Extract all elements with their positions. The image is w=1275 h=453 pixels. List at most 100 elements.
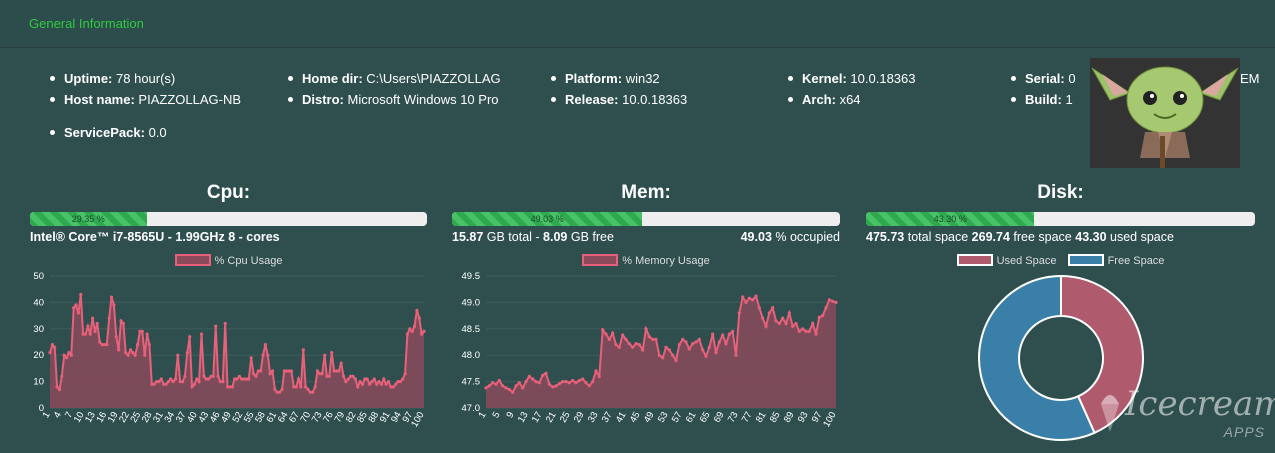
data-point	[327, 374, 331, 378]
info-col-1: Uptime: 78 hour(s) Host name: PIAZZOLLAG…	[50, 68, 241, 143]
data-point	[417, 316, 421, 320]
data-point	[741, 295, 745, 299]
info-col-4: Kernel: 10.0.18363 Arch: x64	[788, 68, 916, 110]
data-point	[701, 348, 705, 352]
data-point	[98, 340, 102, 344]
data-point	[524, 380, 528, 384]
info-homedir: Home dir: C:\Users\PIAZZOLLAG	[288, 68, 501, 89]
data-point	[484, 386, 488, 390]
data-point	[664, 345, 668, 349]
data-point	[166, 380, 170, 384]
data-point	[817, 315, 821, 319]
data-point	[671, 353, 675, 357]
data-point	[594, 369, 598, 373]
data-point	[607, 337, 611, 341]
data-point	[534, 380, 538, 384]
mem-legend[interactable]: % Memory Usage	[452, 254, 840, 267]
data-point	[547, 382, 551, 386]
data-point	[261, 353, 265, 357]
yoda-icon	[1090, 58, 1240, 168]
data-point	[360, 382, 365, 386]
data-point	[637, 343, 641, 347]
data-point	[691, 342, 695, 346]
data-point	[365, 377, 369, 381]
data-point	[394, 382, 398, 386]
data-point	[268, 372, 272, 376]
data-point	[787, 311, 791, 315]
disk-summary: 475.73 total space 269.74 free space 43.…	[866, 230, 1174, 244]
disk-progress-label: 43.30 %	[933, 214, 967, 224]
disk-progress-fill: 43.30 %	[866, 212, 1035, 226]
disk-legend-used[interactable]: Used Space	[956, 254, 1057, 267]
data-point	[313, 385, 317, 389]
data-point	[86, 324, 90, 328]
data-point	[611, 331, 615, 335]
x-tick-label: 13	[516, 410, 531, 425]
data-point	[57, 387, 62, 392]
data-point	[278, 390, 282, 394]
data-point	[358, 380, 362, 384]
free-swatch	[1067, 254, 1104, 266]
data-point	[69, 353, 73, 357]
data-point	[834, 300, 838, 304]
x-tick-label: 89	[782, 410, 797, 425]
data-point	[88, 332, 92, 336]
info-platform: Platform: win32	[551, 68, 687, 89]
cpu-legend[interactable]: % Cpu Usage	[30, 254, 427, 267]
cpu-model: Intel® Core™ i7-8565U - 1.99GHz 8 - core…	[30, 230, 280, 244]
x-tick-label: 57	[670, 410, 685, 425]
data-point	[737, 311, 741, 315]
data-point	[289, 369, 293, 373]
y-tick-label: 20	[33, 350, 44, 361]
data-point	[353, 377, 357, 381]
data-point	[721, 333, 725, 337]
data-point	[574, 381, 578, 385]
x-tick-label: 65	[698, 410, 713, 425]
data-point	[60, 374, 64, 378]
data-point	[584, 381, 588, 385]
mem-progress-bar: 49.03 %	[452, 212, 840, 226]
data-point	[687, 347, 691, 351]
info-trailing-text: EM	[1240, 71, 1260, 86]
data-point	[294, 385, 298, 389]
data-point	[567, 381, 571, 385]
data-point	[494, 382, 498, 386]
data-point	[270, 369, 275, 373]
x-tick-label: 21	[544, 410, 559, 425]
data-point	[183, 374, 187, 378]
x-tick-label: 69	[712, 410, 727, 425]
data-point	[403, 372, 407, 376]
data-point	[214, 324, 218, 328]
data-point	[704, 354, 708, 358]
disk-legend[interactable]: Used Space Free Space	[866, 254, 1255, 267]
data-point	[651, 337, 655, 341]
data-point	[114, 335, 118, 339]
data-point	[591, 380, 595, 384]
data-point	[504, 386, 508, 390]
data-point	[112, 303, 116, 307]
disk-legend-free[interactable]: Free Space	[1067, 254, 1164, 267]
y-tick-label: 48.5	[462, 324, 481, 335]
data-point	[337, 369, 341, 373]
data-point	[176, 353, 180, 357]
data-point	[124, 351, 128, 355]
x-tick-label: 100	[409, 410, 426, 429]
data-point	[667, 348, 671, 352]
data-point	[384, 382, 388, 386]
data-point	[181, 380, 185, 384]
data-point	[747, 296, 751, 300]
y-tick-label: 49.5	[462, 271, 481, 282]
watermark-sub: APPS	[1223, 424, 1265, 440]
data-point	[311, 390, 315, 394]
data-point	[48, 351, 52, 355]
data-point	[564, 380, 568, 384]
data-point	[159, 377, 163, 381]
data-point	[521, 386, 525, 390]
data-point	[296, 377, 301, 381]
x-tick-label: 33	[586, 410, 601, 425]
data-point	[185, 351, 189, 355]
data-point	[581, 377, 585, 381]
y-tick-label: 49.0	[462, 297, 481, 308]
data-point	[684, 340, 688, 344]
info-servicepack: ServicePack: 0.0	[50, 122, 241, 143]
